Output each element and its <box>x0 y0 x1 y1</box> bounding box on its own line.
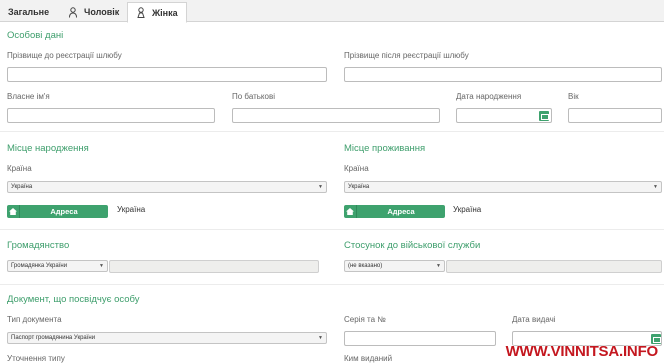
document-issued-by-label: Ким виданий <box>344 354 393 363</box>
tab-bar: Загальне Чоловік Жінка <box>0 0 664 23</box>
document-type-detail-label: Уточнення типу <box>7 354 65 363</box>
residence-address-button[interactable]: Адреса <box>344 205 445 218</box>
birth-date-input[interactable] <box>456 108 552 123</box>
birth-date-label: Дата народження <box>456 92 522 101</box>
calendar-icon[interactable] <box>539 111 549 121</box>
dropdown-arrow-icon: ▼ <box>318 335 323 341</box>
residence-section-title: Місце проживання <box>344 143 426 154</box>
citizenship-value: Громадянка України <box>11 263 68 269</box>
birthplace-country-value: Україна <box>11 184 33 190</box>
age-label: Вік <box>568 92 579 101</box>
residence-country-label: Країна <box>344 164 369 173</box>
tab-husband-label: Чоловік <box>84 7 120 17</box>
dropdown-arrow-icon: ▼ <box>99 263 104 269</box>
watermark-logo: WWW.VINNITSA.INFO <box>505 343 659 360</box>
surname-after-label: Прізвище після реєстрації шлюбу <box>344 51 469 60</box>
military-select[interactable]: (не вказано) ▼ <box>344 260 445 272</box>
age-input[interactable] <box>568 108 662 123</box>
surname-before-label: Прізвище до реєстрації шлюбу <box>7 51 122 60</box>
tab-wife[interactable]: Жінка <box>127 2 187 23</box>
birthplace-address-value: Україна <box>117 205 146 214</box>
dropdown-arrow-icon: ▼ <box>653 184 658 190</box>
tab-husband[interactable]: Чоловік <box>60 2 127 22</box>
home-icon <box>7 205 20 218</box>
tab-wife-label: Жінка <box>152 7 178 18</box>
residence-country-value: Україна <box>348 184 370 190</box>
male-icon <box>68 6 78 18</box>
patronymic-input[interactable] <box>232 108 440 123</box>
document-type-label: Тип документа <box>7 315 62 324</box>
military-detail-input <box>446 260 662 273</box>
dropdown-arrow-icon: ▼ <box>318 184 323 190</box>
surname-after-input[interactable] <box>344 67 662 82</box>
residence-address-button-label: Адреса <box>387 207 415 216</box>
tab-general[interactable]: Загальне <box>0 2 57 22</box>
first-name-label: Власне ім'я <box>7 92 50 101</box>
birthplace-section-title: Місце народження <box>7 143 89 154</box>
birthplace-address-button[interactable]: Адреса <box>7 205 108 218</box>
birthplace-country-select[interactable]: Україна ▼ <box>7 181 327 193</box>
divider <box>0 284 664 285</box>
citizenship-detail-input <box>109 260 319 273</box>
document-type-select[interactable]: Паспорт громадянина України ▼ <box>7 332 327 344</box>
citizenship-select[interactable]: Громадянка України ▼ <box>7 260 108 272</box>
residence-address-value: Україна <box>453 205 482 214</box>
divider <box>0 229 664 230</box>
tab-general-label: Загальне <box>8 7 50 17</box>
female-icon <box>136 7 146 18</box>
citizenship-section-title: Громадянство <box>7 240 70 251</box>
document-issue-date-label: Дата видачі <box>512 315 556 324</box>
document-series-input[interactable] <box>344 331 496 346</box>
birthplace-country-label: Країна <box>7 164 32 173</box>
surname-before-input[interactable] <box>7 67 327 82</box>
first-name-input[interactable] <box>7 108 215 123</box>
home-icon <box>344 205 357 218</box>
birthplace-address-button-label: Адреса <box>50 207 78 216</box>
document-series-label: Серія та № <box>344 315 386 324</box>
patronymic-label: По батькові <box>232 92 275 101</box>
military-value: (не вказано) <box>348 263 383 269</box>
personal-section-title: Особові дані <box>7 30 64 41</box>
residence-country-select[interactable]: Україна ▼ <box>344 181 662 193</box>
dropdown-arrow-icon: ▼ <box>436 263 441 269</box>
document-section-title: Документ, що посвідчує особу <box>7 294 140 305</box>
divider <box>0 131 664 132</box>
military-section-title: Стосунок до військової служби <box>344 240 481 251</box>
document-type-value: Паспорт громадянина України <box>11 335 96 341</box>
